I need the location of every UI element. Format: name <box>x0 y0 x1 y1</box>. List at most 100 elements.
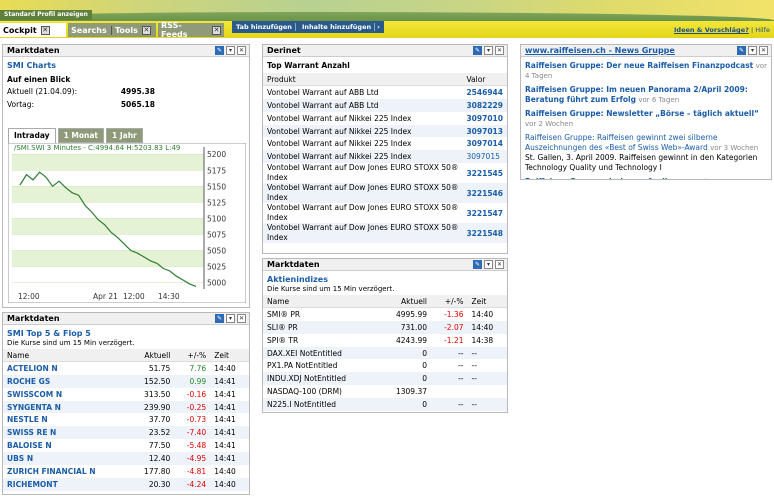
close-icon[interactable]: ✕ <box>40 25 50 35</box>
chart-tab-1-monat[interactable]: 1 Monat <box>57 128 105 143</box>
edit-icon[interactable]: ✎ <box>473 260 482 269</box>
table-row[interactable]: RICHEMONT 20.30 -4.24 14:40 <box>3 477 249 491</box>
table-row[interactable]: DAX.XEI NotEntitled 0 -- -- <box>263 346 507 360</box>
news-item[interactable]: Raiffeisen Gruppe: derinews April vor 3 … <box>521 177 771 179</box>
tab-rss-feeds[interactable]: RSS-Feeds ✕ <box>158 21 224 39</box>
row-name: DAX.XEI NotEntitled <box>263 346 379 360</box>
table-row[interactable]: ACTELION N 51.75 7.76 14:40 <box>3 362 249 375</box>
news-title[interactable]: Raiffeisen Gruppe: Der neue Raiffeisen F… <box>525 61 753 70</box>
valor-link[interactable]: 3221547 <box>462 203 507 223</box>
row-name[interactable]: ROCHE GS <box>3 374 130 388</box>
close-icon[interactable]: ✕ <box>759 46 768 55</box>
close-icon[interactable]: ✕ <box>237 46 246 55</box>
close-icon[interactable]: ✕ <box>495 46 504 55</box>
row-name[interactable]: UBS N <box>3 452 130 466</box>
row-zeit <box>468 385 508 398</box>
news-item[interactable]: Raiffeisen Gruppe: Der neue Raiffeisen F… <box>521 61 771 81</box>
news-title[interactable]: Raiffeisen Gruppe: Im neuen Panorama 2/A… <box>525 85 748 104</box>
chart-tab-1-jahr[interactable]: 1 Jahr <box>106 128 143 143</box>
valor-link[interactable]: 3097010 <box>462 112 507 125</box>
row-name[interactable]: SWISS RE N <box>3 426 130 440</box>
news-title[interactable]: Raiffeisen Gruppe: derinews April <box>525 177 667 179</box>
edit-icon[interactable]: ✎ <box>473 46 482 55</box>
add-tab-button[interactable]: Tab hinzufügen› <box>232 21 305 33</box>
row-name[interactable]: BALOISE N <box>3 439 129 452</box>
tab-tools[interactable]: Tools ✕ <box>112 23 156 37</box>
table-row[interactable]: SWISSCOM N 313.50 -0.16 14:41 <box>3 388 249 401</box>
row-name[interactable]: SYNGENTA N <box>3 400 130 414</box>
valor-link[interactable]: 3221548 <box>462 223 507 244</box>
help-link[interactable]: Hilfe <box>755 26 770 34</box>
table-row[interactable]: Vontobel Warrant auf Dow Jones EURO STOX… <box>263 163 507 183</box>
tab-cockpit[interactable]: Cockpit ✕ <box>0 23 66 37</box>
row-name[interactable]: NESTLE N <box>3 413 129 426</box>
menu-icon[interactable]: ▾ <box>226 46 235 55</box>
row-change: -1.36 <box>444 310 464 320</box>
table-row[interactable]: UBS N 12.40 -4.95 14:41 <box>3 452 249 466</box>
table-row[interactable]: SWISS RE N 23.52 -7.40 14:41 <box>3 426 249 440</box>
panel-subtitle[interactable]: SMI Charts <box>3 57 249 70</box>
valor-link[interactable]: 3221546 <box>462 183 507 204</box>
table-row[interactable]: BALOISE N 77.50 -5.48 14:41 <box>3 439 249 452</box>
valor-link[interactable]: 3097015 <box>462 150 507 164</box>
table-row[interactable]: Vontobel Warrant auf ABB Ltd 3082229 <box>263 98 507 112</box>
news-title[interactable]: Raiffeisen Gruppe: Raiffeisen gewinnt zw… <box>525 133 718 152</box>
table-row[interactable]: Vontobel Warrant auf Dow Jones EURO STOX… <box>263 203 507 223</box>
valor-link[interactable]: 2546944 <box>462 86 507 99</box>
table-row[interactable]: Vontobel Warrant auf ABB Ltd 2546944 <box>263 86 507 99</box>
menu-icon[interactable]: ▾ <box>484 46 493 55</box>
table-row[interactable]: SPI® TR 4243.99 -1.21 14:38 <box>263 334 507 347</box>
panel-subtitle[interactable]: Aktienindizes <box>263 271 507 284</box>
chart-tab-intraday[interactable]: Intraday <box>8 128 56 143</box>
valor-link[interactable]: 3221545 <box>462 163 507 183</box>
table-row[interactable]: Vontobel Warrant auf Dow Jones EURO STOX… <box>263 223 507 244</box>
standard-profile-link[interactable]: Standard Profil anzeigen <box>0 10 92 20</box>
previous-row: Vortag: 5065.18 <box>3 98 249 111</box>
row-name[interactable]: ACTELION N <box>3 362 129 375</box>
news-title[interactable]: Raiffeisen Gruppe: Newsletter „Börse – t… <box>525 109 759 118</box>
close-icon[interactable]: ✕ <box>212 25 221 35</box>
table-row[interactable]: N225.I NotEntitled 0 -- -- <box>263 398 507 412</box>
panel-subtitle[interactable]: SMI Top 5 & Flop 5 <box>3 325 249 338</box>
table-row[interactable]: INDU.XDJ NotEntitled 0 -- -- <box>263 372 507 386</box>
table-row[interactable]: Vontobel Warrant auf Dow Jones EURO STOX… <box>263 183 507 204</box>
valor-link[interactable]: 3097013 <box>462 124 507 138</box>
valor-link[interactable]: 3097014 <box>462 137 507 150</box>
news-item[interactable]: Raiffeisen Gruppe: Im neuen Panorama 2/A… <box>521 85 771 105</box>
panel-title-link[interactable]: www.raiffeisen.ch - News Gruppe <box>525 46 675 55</box>
table-row[interactable]: NASDAQ-100 (DRM) 1309.37 <box>263 385 507 398</box>
table-row[interactable]: PX1.PA NotEntitled 0 -- -- <box>263 359 507 372</box>
edit-icon[interactable]: ✎ <box>737 46 746 55</box>
product-name: Vontobel Warrant auf ABB Ltd <box>263 98 463 112</box>
table-row[interactable]: SYNGENTA N 239.90 -0.25 14:41 <box>3 400 249 414</box>
table-row[interactable]: Vontobel Warrant auf Nikkei 225 Index 309… <box>263 137 507 150</box>
row-change: -7.40 <box>174 426 211 440</box>
table-row[interactable]: NESTLE N 37.70 -0.73 14:41 <box>3 413 249 426</box>
product-name: Vontobel Warrant auf Dow Jones EURO STOX… <box>267 203 459 223</box>
close-icon[interactable]: ✕ <box>237 314 246 323</box>
close-icon[interactable]: ✕ <box>495 260 504 269</box>
table-row[interactable]: SMI® PR 4995.99 -1.36 14:40 <box>263 308 507 321</box>
table-row[interactable]: SLI® PR 731.00 -2.07 14:40 <box>263 320 507 334</box>
warrant-table: Produkt Valor Vontobel Warrant auf ABB Lt… <box>263 73 507 244</box>
edit-icon[interactable]: ✎ <box>215 314 224 323</box>
table-row[interactable]: ZURICH FINANCIAL N 177.80 -4.81 14:40 <box>3 465 249 478</box>
news-item[interactable]: Raiffeisen Gruppe: Raiffeisen gewinnt zw… <box>521 133 771 173</box>
row-name[interactable]: SWISSCOM N <box>3 388 129 401</box>
row-name[interactable]: ZURICH FINANCIAL N <box>3 465 129 478</box>
menu-icon[interactable]: ▾ <box>484 260 493 269</box>
ideas-link[interactable]: Ideen & Vorschläge? <box>674 26 749 34</box>
table-row[interactable]: Vontobel Warrant auf Nikkei 225 Index 309… <box>263 124 507 138</box>
table-row[interactable]: ROCHE GS 152.50 0.99 14:41 <box>3 374 249 388</box>
close-icon[interactable]: ✕ <box>141 25 151 35</box>
table-row[interactable]: Vontobel Warrant auf Nikkei 225 Index 309… <box>263 150 507 164</box>
row-change: -- <box>430 346 468 360</box>
edit-icon[interactable]: ✎ <box>215 46 224 55</box>
menu-icon[interactable]: ▾ <box>748 46 757 55</box>
table-row[interactable]: Vontobel Warrant auf Nikkei 225 Index 309… <box>263 112 507 125</box>
valor-link[interactable]: 3082229 <box>462 98 507 112</box>
row-name[interactable]: RICHEMONT <box>3 477 130 491</box>
menu-icon[interactable]: ▾ <box>226 314 235 323</box>
add-content-button[interactable]: Inhalte hinzufügen › <box>298 21 384 33</box>
news-item[interactable]: Raiffeisen Gruppe: Newsletter „Börse – t… <box>521 109 771 129</box>
